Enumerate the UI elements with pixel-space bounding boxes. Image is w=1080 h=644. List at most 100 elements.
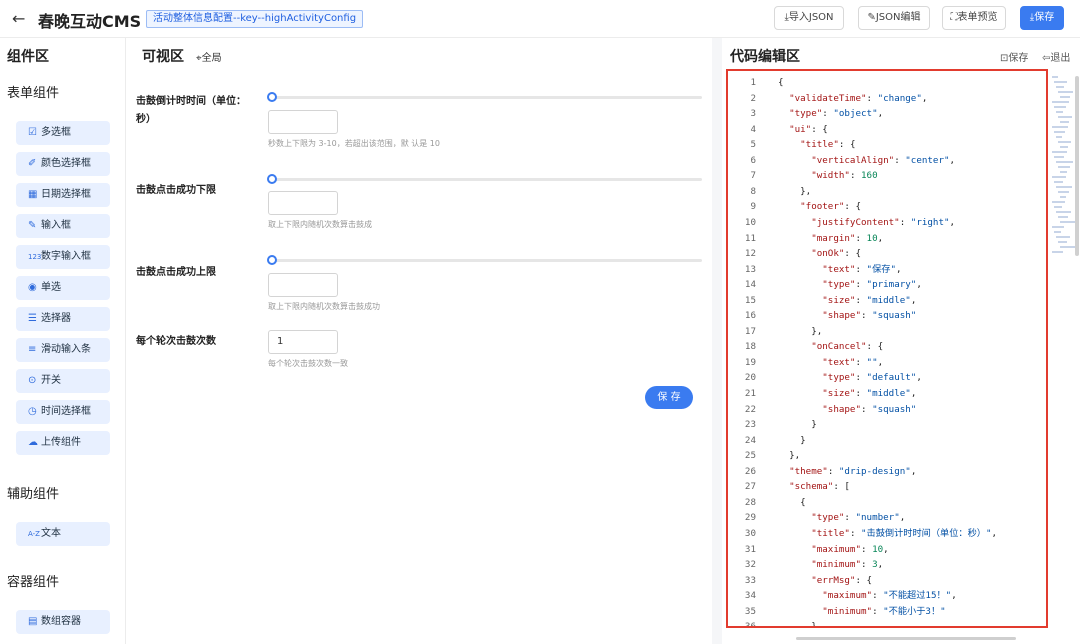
code-line[interactable]: 5 "title": { bbox=[728, 137, 1046, 152]
line-number: 8 bbox=[750, 185, 756, 197]
code-line[interactable]: 4 "ui": { bbox=[728, 122, 1046, 137]
component-upload[interactable]: ☁ 上传组件 bbox=[16, 431, 110, 455]
code-text: "title": { bbox=[800, 139, 856, 151]
editor-vertical-scrollbar[interactable] bbox=[1075, 76, 1079, 256]
code-line[interactable]: 22 "shape": "squash" bbox=[728, 402, 1046, 417]
code-line[interactable]: 20 "type": "default", bbox=[728, 370, 1046, 385]
import-json-button[interactable]: ⤓导入JSON bbox=[774, 6, 844, 30]
preview-area: 可视区 ⌖全局 击鼓倒计时时间（单位：秒） 秒数上下限为 3-10，若超出该范围… bbox=[126, 38, 712, 644]
line-number: 2 bbox=[750, 92, 756, 104]
code-text: "footer": { bbox=[800, 201, 862, 213]
line-number: 13 bbox=[744, 263, 756, 275]
code-text: "size": "middle", bbox=[822, 388, 917, 399]
line-number: 25 bbox=[744, 450, 756, 462]
slider-track-lower-limit[interactable] bbox=[272, 178, 702, 181]
editor-minimap[interactable] bbox=[1050, 76, 1077, 256]
minimap-line bbox=[1058, 116, 1072, 118]
code-line[interactable]: 16 "shape": "squash" bbox=[728, 308, 1046, 323]
code-line[interactable]: 14 "type": "primary", bbox=[728, 277, 1046, 292]
code-line[interactable]: 32 "minimum": 3, bbox=[728, 557, 1046, 572]
component-select[interactable]: ☰ 选择器 bbox=[16, 307, 110, 331]
form-preview-button[interactable]: ⛶表单预览 bbox=[942, 6, 1006, 30]
component-color-picker[interactable]: ✐ 颜色选择框 bbox=[16, 152, 110, 176]
component-text[interactable]: A-Z文本 bbox=[16, 522, 110, 546]
code-text: "shape": "squash" bbox=[822, 403, 917, 415]
code-line[interactable]: 28 { bbox=[728, 495, 1046, 510]
code-line[interactable]: 10 "justifyContent": "right", bbox=[728, 215, 1046, 230]
code-text: "onOk": { bbox=[811, 248, 862, 260]
slider-handle-countdown[interactable] bbox=[267, 92, 277, 102]
line-number: 17 bbox=[744, 325, 756, 337]
code-line[interactable]: 15 "size": "middle", bbox=[728, 293, 1046, 308]
code-line[interactable]: 18 "onCancel": { bbox=[728, 339, 1046, 354]
preview-title: 可视区 bbox=[142, 49, 184, 65]
code-line[interactable]: 9 "footer": { bbox=[728, 199, 1046, 214]
code-line[interactable]: 30 "title": "击鼓倒计时时间（单位：秒）", bbox=[728, 526, 1046, 541]
code-text: "type": "primary", bbox=[822, 279, 922, 291]
header-save-button[interactable]: ⤓保存 bbox=[1020, 6, 1064, 30]
back-arrow-icon[interactable]: ← bbox=[12, 9, 25, 28]
code-line[interactable]: 1{ bbox=[728, 75, 1046, 90]
code-line[interactable]: 33 "errMsg": { bbox=[728, 573, 1046, 588]
code-line[interactable]: 2 "validateTime": "change", bbox=[728, 91, 1046, 106]
code-line[interactable]: 24 } bbox=[728, 433, 1046, 448]
code-text: "justifyContent": "right", bbox=[811, 216, 956, 228]
line-number: 3 bbox=[750, 108, 756, 120]
code-line[interactable]: 21 "size": "middle", bbox=[728, 386, 1046, 401]
code-line[interactable]: 11 "margin": 10, bbox=[728, 231, 1046, 246]
rounds-input[interactable]: 1 bbox=[268, 330, 338, 354]
minimap-line bbox=[1060, 96, 1070, 98]
code-line[interactable]: 23 } bbox=[728, 417, 1046, 432]
code-line[interactable]: 19 "text": "", bbox=[728, 355, 1046, 370]
line-number: 26 bbox=[744, 465, 756, 477]
code-text: "shape": "squash" bbox=[822, 310, 917, 322]
code-line[interactable]: 6 "verticalAlign": "center", bbox=[728, 153, 1046, 168]
code-line[interactable]: 27 "schema": [ bbox=[728, 479, 1046, 494]
form-save-button[interactable]: 保 存 bbox=[645, 386, 693, 409]
slider-handle-upper-limit[interactable] bbox=[267, 255, 277, 265]
editor-horizontal-scrollbar[interactable] bbox=[796, 637, 1016, 640]
top-bar: ← 春晚互动CMS 活动整体信息配置--key--highActivityCon… bbox=[0, 0, 1080, 38]
editor-exit-button[interactable]: ⇦退出 bbox=[1042, 49, 1070, 64]
line-number: 20 bbox=[744, 372, 756, 384]
json-edit-button[interactable]: ✎JSON编辑 bbox=[858, 6, 930, 30]
component-number-input[interactable]: 123数字输入框 bbox=[16, 245, 110, 269]
code-line[interactable]: 8 }, bbox=[728, 184, 1046, 199]
countdown-input[interactable] bbox=[268, 110, 338, 134]
code-line[interactable]: 31 "maximum": 10, bbox=[728, 542, 1046, 557]
code-line[interactable]: 25 }, bbox=[728, 448, 1046, 463]
component-checkbox[interactable]: ☑ 多选框 bbox=[16, 121, 110, 145]
code-text: "schema": [ bbox=[789, 481, 850, 493]
switch-icon: ⊙ bbox=[28, 375, 37, 386]
line-number: 23 bbox=[744, 419, 756, 431]
component-input[interactable]: ✎ 输入框 bbox=[16, 214, 110, 238]
lower-limit-input[interactable] bbox=[268, 191, 338, 215]
component-slider[interactable]: ≡ 滑动输入条 bbox=[16, 338, 110, 362]
editor-save-button[interactable]: ⊡保存 bbox=[1000, 49, 1028, 64]
code-text: "verticalAlign": "center", bbox=[811, 154, 956, 166]
slider-track-upper-limit[interactable] bbox=[272, 259, 702, 262]
slider-track-countdown[interactable] bbox=[272, 96, 702, 99]
code-line[interactable]: 29 "type": "number", bbox=[728, 510, 1046, 525]
global-link[interactable]: ⌖全局 bbox=[196, 49, 222, 64]
slider-handle-lower-limit[interactable] bbox=[267, 174, 277, 184]
code-line[interactable]: 17 }, bbox=[728, 324, 1046, 339]
json-code-editor[interactable]: 1{2 "validateTime": "change", 3 "type": "… bbox=[726, 69, 1048, 628]
component-date-picker[interactable]: ▦ 日期选择框 bbox=[16, 183, 110, 207]
code-text: }, bbox=[778, 450, 801, 462]
line-number: 19 bbox=[744, 356, 756, 368]
component-radio[interactable]: ◉ 单选 bbox=[16, 276, 110, 300]
component-switch[interactable]: ⊙ 开关 bbox=[16, 369, 110, 393]
code-line[interactable]: 34 "maximum": "不能超过15！", bbox=[728, 588, 1046, 603]
code-line[interactable]: 12 "onOk": { bbox=[728, 246, 1046, 261]
code-line[interactable]: 13 "text": "保存", bbox=[728, 262, 1046, 277]
code-line[interactable]: 7 "width": 160 bbox=[728, 168, 1046, 183]
code-line[interactable]: 3 "type": "object", bbox=[728, 106, 1046, 121]
code-line[interactable]: 35 "minimum": "不能小于3！" bbox=[728, 604, 1046, 619]
component-array-container[interactable]: ▤ 数组容器 bbox=[16, 610, 110, 634]
code-line[interactable]: 36 }, bbox=[728, 619, 1046, 626]
text-az-icon: A-Z bbox=[28, 530, 40, 538]
code-line[interactable]: 26 "theme": "drip-design", bbox=[728, 464, 1046, 479]
upper-limit-input[interactable] bbox=[268, 273, 338, 297]
component-time-picker[interactable]: ◷ 时间选择框 bbox=[16, 400, 110, 424]
